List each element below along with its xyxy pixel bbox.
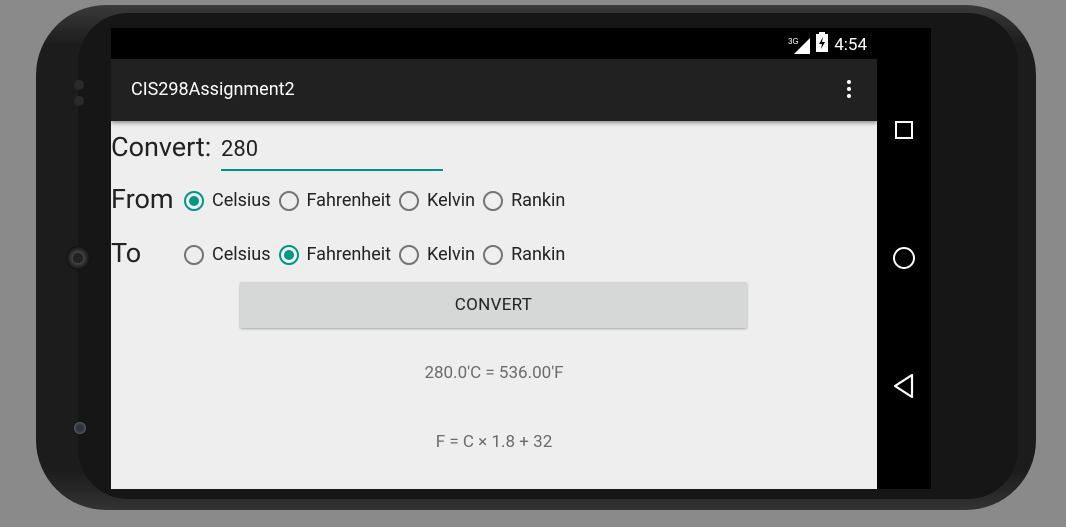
back-icon[interactable] xyxy=(877,361,931,411)
home-icon[interactable] xyxy=(877,233,931,283)
action-bar: CIS298Assignment2 xyxy=(111,59,877,121)
recents-icon[interactable] xyxy=(877,105,931,155)
conversion-result: 280.0'C = 536.00'F xyxy=(424,363,564,383)
from-celsius-label: Celsius xyxy=(212,190,271,211)
from-rankin-label: Rankin xyxy=(511,190,566,211)
status-time: 4:54 xyxy=(834,34,867,55)
battery-icon xyxy=(816,32,829,57)
from-celsius-radio[interactable]: Celsius xyxy=(184,190,271,211)
from-fahrenheit-label: Fahrenheit xyxy=(306,190,392,211)
speaker-grille xyxy=(66,246,90,270)
to-fahrenheit-radio[interactable]: Fahrenheit xyxy=(278,244,392,265)
conversion-formula: F = C × 1.8 + 32 xyxy=(435,432,553,452)
front-camera xyxy=(74,422,86,434)
convert-button[interactable]: CONVERT xyxy=(240,282,747,328)
app-title: CIS298Assignment2 xyxy=(131,79,295,100)
to-rankin-radio[interactable]: Rankin xyxy=(483,244,565,265)
from-radio-group: Celsius Fahrenheit Kelvin Rankin xyxy=(184,190,573,211)
screen: 3G 4:54 CIS298Assignment2 Convert: 280 F… xyxy=(111,28,877,489)
from-kelvin-label: Kelvin xyxy=(427,190,476,211)
convert-label: Convert: xyxy=(111,131,212,163)
navigation-bar xyxy=(877,28,931,489)
status-bar: 3G 4:54 xyxy=(111,28,877,59)
sensor-dot xyxy=(74,80,84,90)
to-kelvin-radio[interactable]: Kelvin xyxy=(399,244,475,265)
overflow-menu-icon[interactable] xyxy=(841,77,857,105)
from-kelvin-radio[interactable]: Kelvin xyxy=(399,190,475,211)
from-label: From xyxy=(111,183,174,215)
temperature-input[interactable]: 280 xyxy=(221,135,443,171)
signal-icon: 3G xyxy=(788,36,811,54)
to-label: To xyxy=(111,237,142,269)
to-celsius-label: Celsius xyxy=(212,244,271,265)
to-radio-group: Celsius Fahrenheit Kelvin Rankin xyxy=(184,244,573,265)
to-fahrenheit-label: Fahrenheit xyxy=(306,244,392,265)
from-fahrenheit-radio[interactable]: Fahrenheit xyxy=(278,190,392,211)
to-rankin-label: Rankin xyxy=(511,244,566,265)
to-celsius-radio[interactable]: Celsius xyxy=(184,244,271,265)
from-rankin-radio[interactable]: Rankin xyxy=(483,190,565,211)
converter-form: Convert: 280 From Celsius Fahrenheit Kel… xyxy=(111,121,877,489)
to-kelvin-label: Kelvin xyxy=(427,244,476,265)
sensor-dot xyxy=(74,96,84,106)
network-type: 3G xyxy=(788,37,799,46)
